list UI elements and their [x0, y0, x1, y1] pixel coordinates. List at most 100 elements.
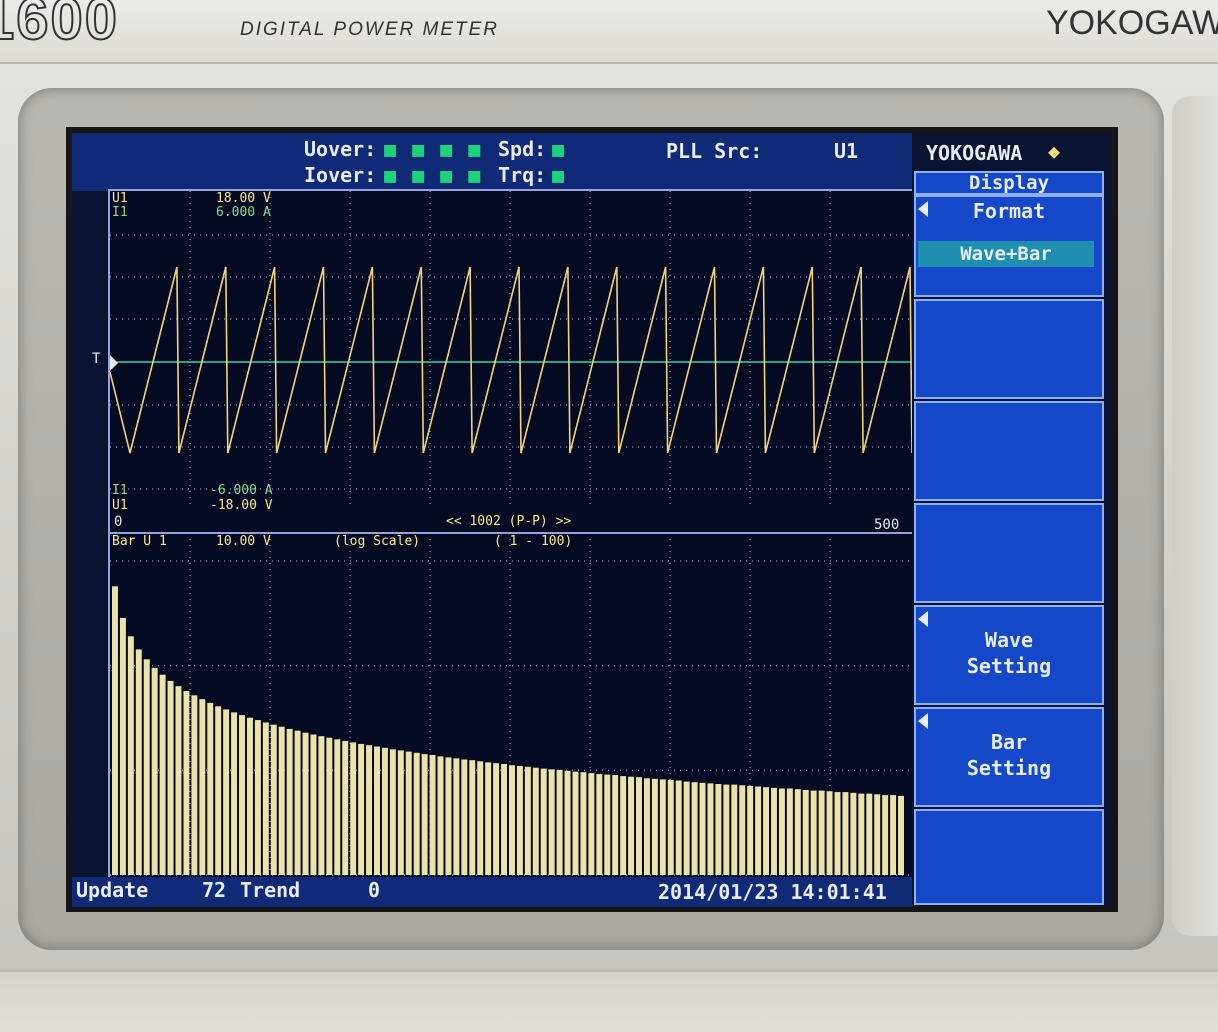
harmonic-bar [683, 781, 690, 875]
harmonic-bar [580, 772, 587, 875]
harmonic-bar [246, 717, 253, 875]
harmonic-bar [366, 745, 373, 875]
harmonic-bar [112, 586, 118, 875]
softkey-format[interactable]: Format Wave+Bar [914, 195, 1104, 297]
softkey-empty-2[interactable] [914, 401, 1104, 501]
softkey-empty-1[interactable] [914, 299, 1104, 399]
softkey-empty-3[interactable] [914, 503, 1104, 603]
harmonic-bar [413, 752, 420, 875]
iover-label: Iover: [304, 163, 377, 187]
harmonic-bar [540, 768, 547, 875]
harmonic-bar [778, 788, 785, 875]
harmonic-bar [310, 734, 317, 875]
bar-scale-mode: (log Scale) [334, 534, 421, 549]
harmonic-bar [818, 790, 825, 875]
harmonic-bar [532, 767, 539, 875]
model-strip: 1600 DIGITAL POWER METER YOKOGAW [0, 0, 1218, 64]
uover-indicators: ■ ■ ■ ■ [384, 137, 483, 161]
instrument-bezel: 1600 DIGITAL POWER METER YOKOGAW Uover: … [0, 0, 1218, 1032]
model-subtitle: DIGITAL POWER METER [240, 19, 499, 40]
spd-indicator: ■ [552, 137, 567, 161]
harmonic-bar [651, 778, 658, 875]
status-bar: Uover: ■ ■ ■ ■ Iover: ■ ■ ■ ■ Spd: ■ Trq… [72, 133, 912, 191]
harmonic-bar [135, 649, 142, 875]
harmonic-bar [286, 728, 293, 875]
menu-title: Display [914, 171, 1104, 195]
harmonic-bar [564, 770, 571, 875]
harmonic-bar [445, 757, 452, 875]
harmonic-bar [294, 730, 301, 875]
harmonic-bar [477, 761, 484, 875]
harmonic-bar [342, 740, 349, 875]
wave-top-ch1-value: 18.00 V [216, 191, 271, 206]
harmonic-bar [119, 617, 126, 875]
harmonic-bar [183, 691, 190, 875]
harmonic-bar [318, 736, 325, 875]
softkey-wave-setting-line1: Wave [984, 628, 1034, 652]
harmonic-bar [326, 737, 333, 875]
softkey-wave-setting[interactable]: Wave Setting [914, 605, 1104, 705]
harmonic-bar [143, 659, 150, 875]
caret-left-icon [918, 713, 928, 729]
bar-title: Bar U 1 [112, 534, 167, 549]
harmonic-bar [381, 747, 388, 875]
harmonic-bar [199, 699, 206, 875]
harmonic-bar [239, 715, 245, 875]
trigger-arrow-icon [110, 355, 118, 371]
datetime: 2014/01/23 14:01:41 [658, 880, 887, 904]
harmonic-bar [516, 766, 523, 875]
harmonic-bar [334, 739, 341, 875]
harmonic-bar [620, 776, 627, 875]
softkey-wave-setting-line2: Setting [966, 654, 1052, 678]
harmonic-bar [834, 792, 841, 875]
harmonic-bar [207, 702, 214, 875]
trq-label: Trq: [498, 163, 547, 187]
softkey-empty-4[interactable] [914, 809, 1104, 905]
pll-src-label: PLL Src: [666, 139, 763, 163]
update-value: 72 [202, 878, 227, 902]
harmonic-bar [596, 774, 603, 875]
harmonic-bar [858, 793, 865, 875]
harmonic-bar [898, 795, 904, 875]
wave-bottom-ch2-value: -6.000 A [210, 483, 273, 498]
harmonic-bar [802, 789, 809, 875]
harmonic-bar [485, 762, 492, 875]
harmonic-bar [786, 788, 793, 875]
harmonic-bar [866, 793, 873, 875]
wave-bottom-ch1-value: -18.00 V [210, 498, 273, 513]
right-bezel-edge [1172, 96, 1218, 936]
harmonic-bar [231, 712, 238, 875]
harmonic-bar [604, 774, 611, 875]
softkey-format-label: Format [972, 199, 1046, 223]
harmonic-bar [469, 760, 476, 875]
harmonic-bar [612, 775, 619, 875]
harmonic-bar [215, 706, 222, 875]
harmonic-bar [524, 766, 531, 875]
harmonic-bar [755, 786, 762, 875]
harmonic-bar [548, 769, 555, 875]
harmonic-bar [453, 758, 460, 875]
harmonic-bar [159, 674, 166, 875]
harmonic-bar [723, 784, 730, 875]
softkey-bar-setting[interactable]: Bar Setting [914, 707, 1104, 807]
harmonic-bar [739, 785, 746, 875]
trq-indicator: ■ [552, 163, 567, 187]
harmonic-bar [850, 792, 857, 875]
harmonic-bar [675, 780, 682, 875]
harmonic-bar [572, 771, 579, 875]
harmonic-bar [771, 787, 777, 875]
harmonic-bar [636, 777, 642, 875]
wave-bottom-ch1-label: U1 [112, 498, 128, 513]
harmonic-bar [262, 722, 269, 875]
harmonic-bar [421, 754, 428, 875]
harmonic-bar [167, 680, 174, 875]
harmonic-bar [350, 742, 357, 875]
trend-label: Trend [240, 878, 301, 902]
plot-area: U1 18.00 V I1 6.000 A I1 -6.000 A U1 -18… [108, 189, 914, 879]
caret-left-icon [918, 201, 928, 217]
bar-range: ( 1 - 100) [494, 534, 573, 549]
harmonic-bar [127, 636, 134, 875]
harmonic-bar [699, 782, 706, 875]
diamond-icon: ◆ [1048, 139, 1061, 163]
harmonic-bar [461, 759, 468, 875]
